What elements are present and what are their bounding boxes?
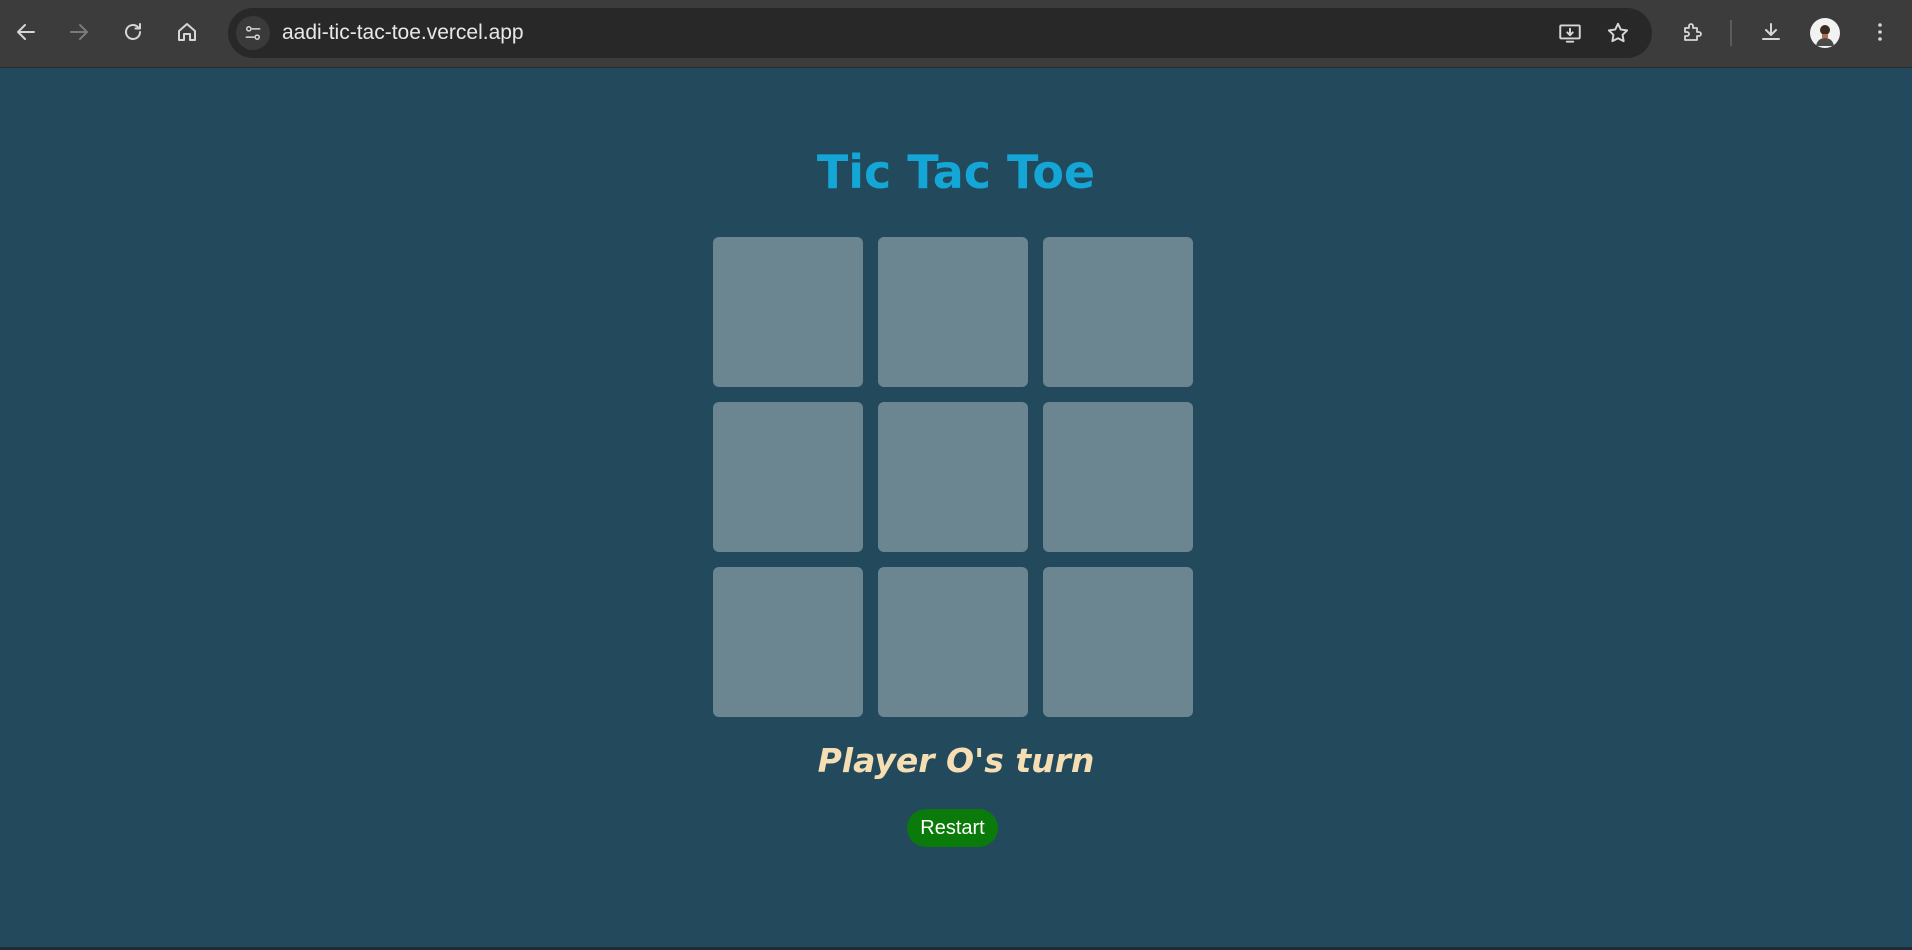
browser-toolbar: aadi-tic-tac-toe.vercel.app <box>0 0 1912 68</box>
forward-button[interactable] <box>61 14 97 50</box>
puzzle-icon <box>1684 23 1702 41</box>
profile-avatar[interactable] <box>1810 18 1840 48</box>
turn-status: Player O's turn <box>817 741 1095 780</box>
forward-arrow-icon <box>70 24 88 40</box>
toolbar-divider <box>1730 20 1732 46</box>
home-button[interactable] <box>169 14 205 50</box>
tune-icon <box>245 26 261 41</box>
game-board <box>713 237 1193 717</box>
game-page: Tic Tac Toe Player O's turn Restart <box>0 69 1912 950</box>
board-cell-2[interactable] <box>878 237 1028 387</box>
download-icon <box>1762 23 1780 40</box>
reload-button[interactable] <box>115 14 151 50</box>
install-app-icon <box>1559 24 1581 43</box>
extensions-button[interactable] <box>1674 14 1710 50</box>
site-info-button[interactable] <box>236 16 270 50</box>
install-app-button[interactable] <box>1554 17 1586 49</box>
url-text[interactable]: aadi-tic-tac-toe.vercel.app <box>282 8 524 58</box>
kebab-menu-icon <box>1878 23 1882 41</box>
board-cell-9[interactable] <box>1043 567 1193 717</box>
board-cell-8[interactable] <box>878 567 1028 717</box>
board-cell-4[interactable] <box>713 402 863 552</box>
browser-menu-button[interactable] <box>1862 14 1898 50</box>
board-cell-1[interactable] <box>713 237 863 387</box>
bookmark-button[interactable] <box>1602 17 1634 49</box>
downloads-button[interactable] <box>1753 14 1789 50</box>
page-title: Tic Tac Toe <box>816 145 1096 199</box>
back-button[interactable] <box>8 14 44 50</box>
board-cell-6[interactable] <box>1043 402 1193 552</box>
board-cell-5[interactable] <box>878 402 1028 552</box>
restart-button[interactable]: Restart <box>907 809 998 847</box>
address-bar[interactable]: aadi-tic-tac-toe.vercel.app <box>228 8 1652 58</box>
avatar-icon <box>1816 25 1834 46</box>
board-cell-7[interactable] <box>713 567 863 717</box>
board-cell-3[interactable] <box>1043 237 1193 387</box>
reload-icon <box>125 23 141 40</box>
home-icon <box>178 23 196 41</box>
star-icon <box>1607 22 1629 43</box>
back-arrow-icon <box>17 24 35 40</box>
